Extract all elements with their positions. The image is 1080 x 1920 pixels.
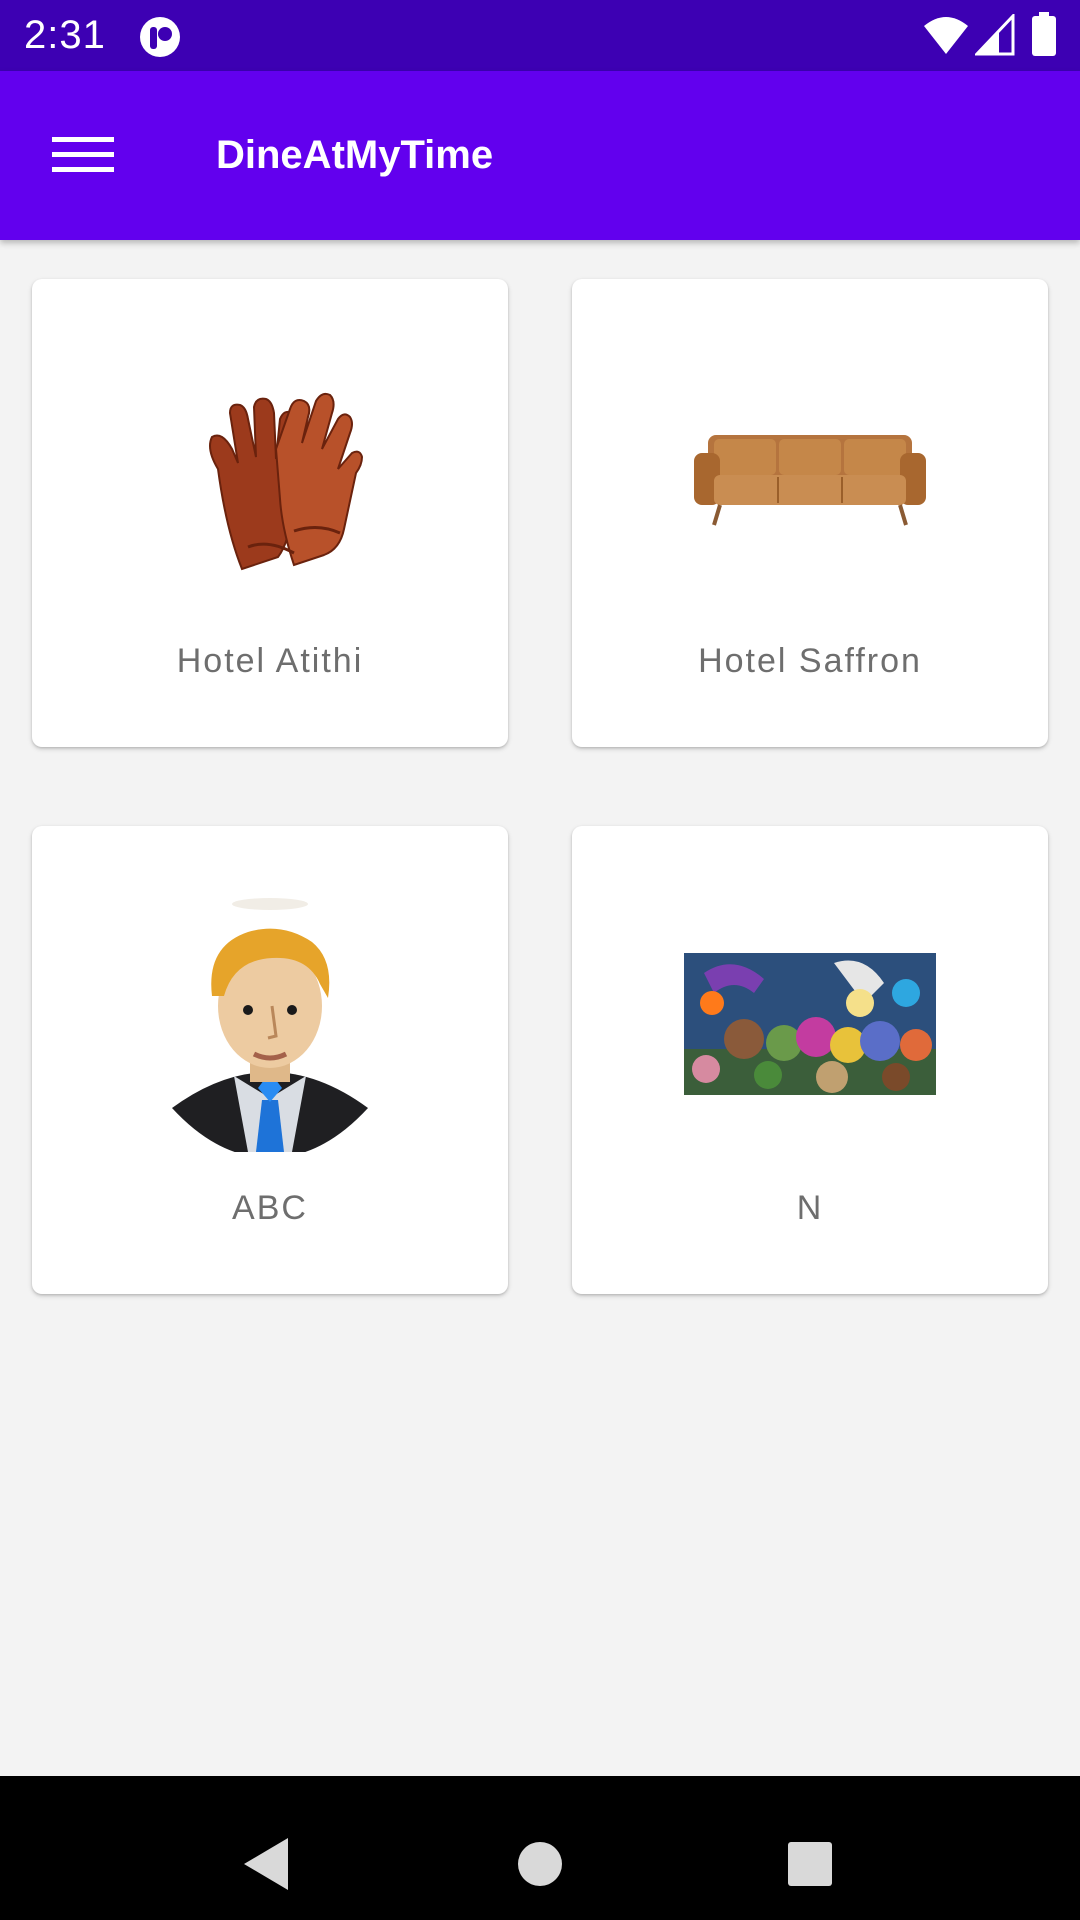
- menu-button[interactable]: [40, 119, 128, 191]
- businessman-avatar-image: [172, 898, 368, 1152]
- back-icon: [244, 1838, 288, 1890]
- hotel-card[interactable]: Hotel Saffron: [572, 279, 1048, 747]
- home-icon: [518, 1842, 562, 1886]
- battery-icon: [1032, 12, 1056, 56]
- hotel-name: Hotel Atithi: [176, 642, 364, 680]
- game-characters-banner-image: [684, 953, 936, 1095]
- hamburger-menu-icon: [52, 137, 114, 172]
- wifi-icon: [924, 17, 968, 54]
- recents-icon: [788, 1842, 832, 1886]
- app-notification-icon: [140, 17, 180, 57]
- status-bar: 2:31: [0, 0, 1080, 71]
- hotel-card[interactable]: N: [572, 826, 1048, 1294]
- hotel-card[interactable]: Hotel Atithi: [32, 279, 508, 747]
- hotel-card[interactable]: ABC: [32, 826, 508, 1294]
- leather-gloves-image: [209, 392, 364, 571]
- hotel-name: N: [796, 1189, 824, 1227]
- home-button[interactable]: [492, 1816, 588, 1912]
- back-button[interactable]: [220, 1816, 316, 1912]
- system-nav-bar: [0, 1776, 1080, 1920]
- cell-signal-icon: [975, 14, 1015, 56]
- app-title: DineAtMyTime: [216, 133, 494, 177]
- hotel-name: ABC: [232, 1189, 308, 1227]
- hotel-name: Hotel Saffron: [698, 642, 922, 680]
- leather-sofa-image: [694, 435, 926, 526]
- recents-button[interactable]: [762, 1816, 858, 1912]
- app-bar: DineAtMyTime: [0, 71, 1080, 240]
- status-time: 2:31: [24, 13, 106, 57]
